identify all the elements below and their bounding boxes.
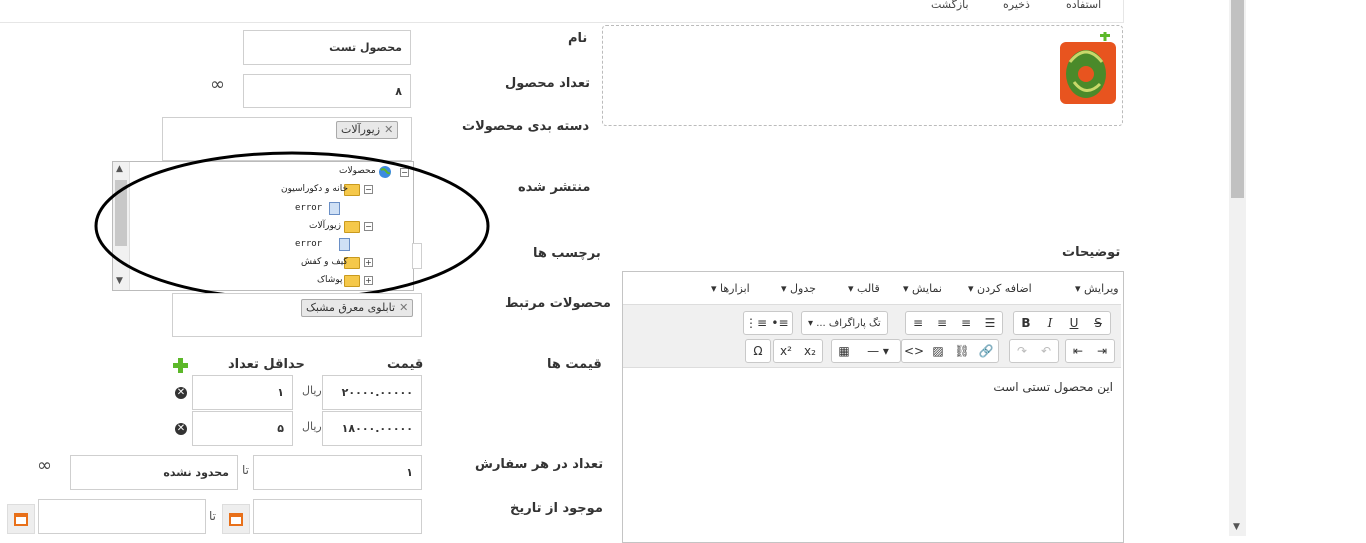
indent-icon[interactable]: ⇥ bbox=[1090, 340, 1114, 362]
category-label: دسته بدی محصولات bbox=[462, 119, 590, 134]
scroll-down-icon[interactable]: ▼ bbox=[1233, 522, 1240, 532]
category-tag[interactable]: ✕زیورآلات bbox=[336, 121, 399, 139]
unlink-icon[interactable]: ⛓ bbox=[950, 340, 974, 362]
remove-tag-icon[interactable]: ✕ bbox=[399, 301, 408, 314]
menu-table[interactable]: جدول ▾ bbox=[781, 282, 816, 295]
tags-label: برچسب ها bbox=[533, 246, 601, 261]
count-label: تعداد محصول bbox=[505, 76, 591, 91]
bullet-list-icon[interactable]: •≡ bbox=[768, 312, 792, 334]
align-left-icon[interactable]: ≡ bbox=[906, 312, 930, 334]
order-qty-label: تعداد در هر سفارش bbox=[475, 457, 604, 472]
to-label: تا bbox=[242, 463, 249, 477]
product-image[interactable] bbox=[1056, 32, 1122, 106]
min-qty-input[interactable]: ۵ bbox=[192, 411, 293, 446]
add-price-icon[interactable] bbox=[173, 358, 188, 373]
underline-icon[interactable]: U bbox=[1062, 312, 1086, 334]
calendar-icon[interactable] bbox=[7, 504, 35, 534]
image-dropzone[interactable] bbox=[602, 25, 1123, 126]
menu-edit[interactable]: ویرایش ▾ bbox=[1075, 282, 1119, 295]
special-char-icon[interactable]: Ω bbox=[746, 340, 770, 362]
align-right-icon[interactable]: ≡ bbox=[954, 312, 978, 334]
price-input[interactable]: ۱۸۰۰۰.۰۰۰۰۰ bbox=[322, 411, 422, 446]
link-icon[interactable]: 🔗 bbox=[974, 340, 998, 362]
save-link[interactable]: ذخیره bbox=[1003, 0, 1030, 11]
editor-content[interactable]: این محصول تستی است bbox=[993, 380, 1113, 394]
published-label: منتشر شده bbox=[518, 180, 591, 195]
currency-label: ریال bbox=[302, 384, 322, 397]
count-input[interactable]: ۸ bbox=[243, 74, 411, 108]
prices-label: قیمت ها bbox=[547, 357, 602, 372]
align-center-icon[interactable]: ≡ bbox=[930, 312, 954, 334]
superscript-icon[interactable]: x² bbox=[774, 340, 798, 362]
redo-icon[interactable]: ↷ bbox=[1010, 340, 1034, 362]
unlimited-icon[interactable]: ∞ bbox=[210, 74, 225, 95]
highlight-ellipse bbox=[94, 151, 490, 301]
paragraph-format-select[interactable]: تگ پاراگراف ... ▾ bbox=[801, 311, 888, 335]
strikethrough-icon[interactable]: S bbox=[1086, 312, 1110, 334]
description-label: توضیحات bbox=[1062, 245, 1121, 260]
remove-price-icon[interactable]: ✕ bbox=[175, 423, 187, 435]
code-icon[interactable]: <> bbox=[902, 340, 926, 362]
numbered-list-icon[interactable]: ⋮≡ bbox=[744, 312, 768, 334]
menu-tools[interactable]: ابزارها ▾ bbox=[711, 282, 750, 295]
remove-tag-icon[interactable]: ✕ bbox=[384, 123, 393, 136]
related-tag[interactable]: ✕تابلوی معرق مشبک bbox=[301, 299, 414, 317]
tags-input[interactable] bbox=[412, 243, 422, 269]
unlimited-icon[interactable]: ∞ bbox=[37, 455, 52, 476]
editor-toolbar: B I U S ≡ ≡ ≡ ☰ تگ پاراگراف ... ▾ ⋮≡ •≡ … bbox=[623, 304, 1121, 368]
use-link[interactable]: استفاده bbox=[1066, 0, 1101, 11]
subscript-icon[interactable]: x₂ bbox=[798, 340, 822, 362]
menu-insert[interactable]: اضافه کردن ▾ bbox=[968, 282, 1032, 295]
menu-format[interactable]: قالب ▾ bbox=[848, 282, 880, 295]
related-label: محصولات مرتبط bbox=[505, 296, 611, 311]
bold-icon[interactable]: B bbox=[1014, 312, 1038, 334]
undo-icon[interactable]: ↶ bbox=[1034, 340, 1058, 362]
currency-label: ریال bbox=[302, 420, 322, 433]
outdent-icon[interactable]: ⇤ bbox=[1066, 340, 1090, 362]
page-scrollbar[interactable]: ▼ bbox=[1229, 0, 1246, 536]
order-min-input[interactable]: ۱ bbox=[253, 455, 422, 490]
min-qty-header: حداقل تعداد bbox=[228, 357, 305, 372]
min-qty-input[interactable]: ۱ bbox=[192, 375, 293, 410]
back-link[interactable]: بازگشت bbox=[931, 0, 969, 11]
date-label: موجود از تاریخ bbox=[510, 501, 603, 516]
date-to-input[interactable] bbox=[38, 499, 206, 534]
price-header: قیمت bbox=[387, 357, 424, 372]
align-justify-icon[interactable]: ☰ bbox=[978, 312, 1002, 334]
top-toolbar: استفاده ذخیره بازگشت bbox=[0, 0, 1124, 23]
italic-icon[interactable]: I bbox=[1038, 312, 1062, 334]
image-icon[interactable]: ▨ bbox=[926, 340, 950, 362]
menu-view[interactable]: نمایش ▾ bbox=[903, 282, 942, 295]
order-max-input[interactable]: محدود نشده bbox=[70, 455, 238, 490]
calendar-icon[interactable] bbox=[222, 504, 250, 534]
to-label: تا bbox=[209, 509, 216, 523]
name-label: نام bbox=[568, 31, 588, 46]
remove-price-icon[interactable]: ✕ bbox=[175, 387, 187, 399]
price-input[interactable]: ۲۰۰۰۰.۰۰۰۰۰ bbox=[322, 375, 422, 410]
horizontal-line-icon[interactable]: — ▾ bbox=[856, 340, 900, 362]
table-icon[interactable]: ▦ bbox=[832, 340, 856, 362]
rich-text-editor[interactable]: ویرایش ▾ اضافه کردن ▾ نمایش ▾ قالب ▾ جدو… bbox=[622, 271, 1124, 543]
name-input[interactable]: محصول تست bbox=[243, 30, 411, 65]
date-from-input[interactable] bbox=[253, 499, 422, 534]
